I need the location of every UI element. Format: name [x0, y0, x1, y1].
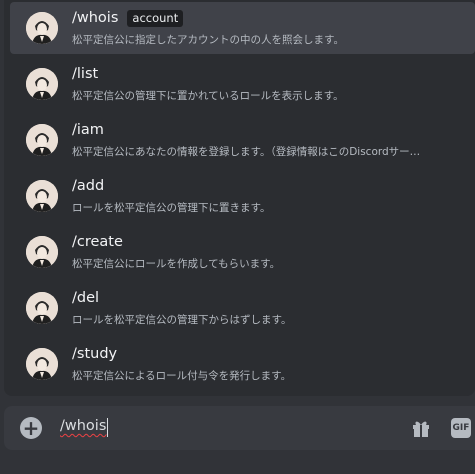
plus-circle-icon[interactable]: +	[20, 417, 42, 439]
command-name-row: /create	[72, 232, 123, 252]
text-caret	[107, 418, 108, 437]
command-autocomplete-popup: /whois account 松平定信公に指定したアカウントの中の人を照会します。 /…	[4, 0, 475, 396]
bottom-spacer	[0, 450, 475, 474]
command-description: ロールを松平定信公の管理下からはずします。	[72, 314, 292, 326]
gif-button[interactable]: GIF	[451, 418, 471, 438]
bot-avatar	[26, 348, 58, 380]
message-composer: + /whois GIF	[4, 406, 475, 450]
command-item[interactable]: /list 松平定信公の管理下に置かれているロールを表示します。	[10, 58, 475, 110]
bot-avatar	[26, 236, 58, 268]
command-name-row: /whois account	[72, 8, 184, 28]
gift-icon[interactable]	[410, 417, 432, 439]
command-name-row: /add	[72, 176, 104, 196]
command-item[interactable]: /iam 松平定信公にあなたの情報を登録します。（登録情報はこのDiscordサー…	[10, 114, 475, 166]
command-description: 松平定信公に指定したアカウントの中の人を照会します。	[72, 34, 344, 46]
command-name-row: /list	[72, 64, 98, 84]
bot-avatar	[26, 180, 58, 212]
command-description: 松平定信公の管理下に置かれているロールを表示します。	[72, 90, 344, 102]
command-name-row: /del	[72, 288, 99, 308]
command-option-badge: account	[127, 9, 184, 27]
command-item[interactable]: /study 松平定信公によるロール付与令を発行します。	[10, 338, 475, 390]
command-name: /whois	[72, 10, 119, 26]
command-description: ロールを松平定信公の管理下に置きます。	[72, 202, 271, 214]
command-item[interactable]: /create 松平定信公にロールを作成してもらいます。	[10, 226, 475, 278]
command-name: /iam	[72, 122, 104, 138]
command-name: /study	[72, 346, 118, 362]
command-item[interactable]: /add ロールを松平定信公の管理下に置きます。	[10, 170, 475, 222]
bot-avatar	[26, 12, 58, 44]
bot-avatar	[26, 292, 58, 324]
command-name-row: /iam	[72, 120, 104, 140]
command-name: /add	[72, 178, 105, 194]
command-name: /create	[72, 234, 123, 250]
command-description: 松平定信公にロールを作成してもらいます。	[72, 258, 281, 270]
command-description: 松平定信公にあなたの情報を登録します。（登録情報はこのDiscordサー…	[72, 146, 421, 158]
command-item[interactable]: /del ロールを松平定信公の管理下からはずします。	[10, 282, 475, 334]
bot-avatar	[26, 124, 58, 156]
command-name: /list	[72, 66, 99, 82]
bot-avatar	[26, 68, 58, 100]
command-description: 松平定信公によるロール付与令を発行します。	[72, 370, 292, 382]
message-input[interactable]: /whois	[60, 418, 106, 434]
command-name-row: /study	[72, 344, 117, 364]
command-name: /del	[72, 290, 100, 306]
command-item[interactable]: /whois account 松平定信公に指定したアカウントの中の人を照会します。	[10, 2, 475, 54]
